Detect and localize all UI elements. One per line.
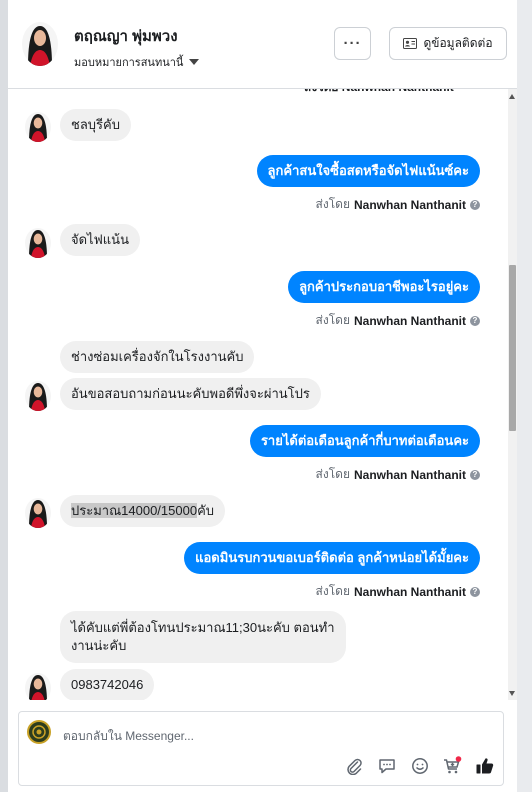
emoji-icon[interactable] — [408, 754, 432, 778]
info-icon[interactable]: ? — [470, 315, 480, 326]
assign-label: มอบหมายการสนทนานี้ — [74, 57, 184, 69]
contact-avatar-small[interactable] — [25, 112, 51, 142]
message-bubble-outgoing[interactable]: แอดมินรบกวนขอเบอร์ติดต่อ ลูกค้าหน่อยได้ม… — [184, 542, 480, 574]
contact-avatar-small[interactable] — [25, 498, 51, 528]
view-contact-button[interactable]: ดูข้อมูลติดต่อ — [389, 27, 507, 60]
assign-conversation-dropdown[interactable]: มอบหมายการสนทนานี้ — [74, 53, 200, 71]
message-bubble-incoming[interactable]: ประมาณ14000/15000คับ — [60, 495, 226, 527]
sent-by-label: ส่งโดย Nanwhan Nanthanit? — [316, 465, 480, 484]
message-bubble-incoming[interactable]: ชลบุรีคับ — [60, 109, 131, 141]
scrollbar-thumb[interactable] — [509, 265, 516, 431]
scroll-up-arrow-icon[interactable] — [509, 94, 515, 99]
more-icon: ··· — [343, 35, 362, 52]
info-icon[interactable]: ? — [470, 469, 480, 480]
thumbs-up-icon[interactable] — [473, 754, 497, 778]
conversation-panel: ตฤณญา พุ่มพวง มอบหมายการสนทนานี้ ··· ดูข… — [8, 0, 517, 792]
sent-by-label: ส่งโดย Nanwhan Nanthanit? — [316, 582, 480, 601]
contact-avatar[interactable] — [22, 22, 58, 66]
contact-avatar-small[interactable] — [25, 673, 51, 700]
message-list: ส่งโดย Nanwhan Nanthanit ชลบุรีคับ ลูกค้… — [8, 89, 508, 700]
message-bubble-outgoing[interactable]: ลูกค้าสนใจซื้อสดหรือจัดไฟแน้นซ์คะ — [256, 155, 480, 187]
view-contact-label: ดูข้อมูลติดต่อ — [423, 36, 493, 50]
cart-add-icon[interactable] — [440, 754, 464, 778]
selected-text: ประมาณ14000/15000 — [71, 503, 198, 518]
message-bubble-incoming[interactable]: ได้คับแต่พี่ต้องโทนประมาณ11;30นะคับ ตอนท… — [60, 611, 346, 663]
scroll-down-arrow-icon[interactable] — [509, 691, 515, 696]
paperclip-icon[interactable] — [342, 754, 366, 778]
sent-by-label: ส่งโดย Nanwhan Nanthanit? — [316, 311, 480, 330]
message-bubble-outgoing[interactable]: รายได้ต่อเดือนลูกค้ากี่บาทต่อเดือนคะ — [249, 425, 480, 457]
conversation-header: ตฤณญา พุ่มพวง มอบหมายการสนทนานี้ ··· ดูข… — [8, 0, 517, 89]
message-bubble-incoming[interactable]: อันขอสอบถามก่อนนะคับพอดีพึ่งจะผ่านโปร — [60, 378, 321, 410]
sent-by-partial: ส่งโดย Nanwhan Nanthanit — [304, 89, 454, 97]
sent-by-label: ส่งโดย Nanwhan Nanthanit? — [316, 195, 480, 214]
contact-avatar-small[interactable] — [25, 228, 51, 258]
info-icon[interactable]: ? — [470, 199, 480, 210]
message-list-scrollbar[interactable] — [508, 89, 517, 700]
speech-bubble-icon[interactable] — [375, 754, 399, 778]
reply-input[interactable]: ตอบกลับใน Messenger... — [63, 727, 194, 746]
reply-composer[interactable]: ตอบกลับใน Messenger... — [18, 711, 504, 786]
message-bubble-incoming[interactable]: จัดไฟแน้น — [60, 224, 140, 256]
caret-down-icon — [189, 59, 200, 65]
contact-card-icon — [403, 38, 418, 49]
message-bubble-incoming[interactable]: ช่างซ่อมเครื่องจักในโรงงานคับ — [60, 341, 255, 373]
more-options-button[interactable]: ··· — [334, 27, 371, 60]
contact-avatar-small[interactable] — [25, 381, 51, 411]
message-bubble-outgoing[interactable]: ลูกค้าประกอบอาชีพอะไรอยู่คะ — [288, 271, 480, 303]
contact-name: ตฤณญา พุ่มพวง — [74, 28, 178, 45]
message-bubble-incoming[interactable]: 0983742046 — [60, 669, 155, 700]
info-icon[interactable]: ? — [470, 586, 480, 597]
page-profile-icon — [27, 720, 51, 744]
